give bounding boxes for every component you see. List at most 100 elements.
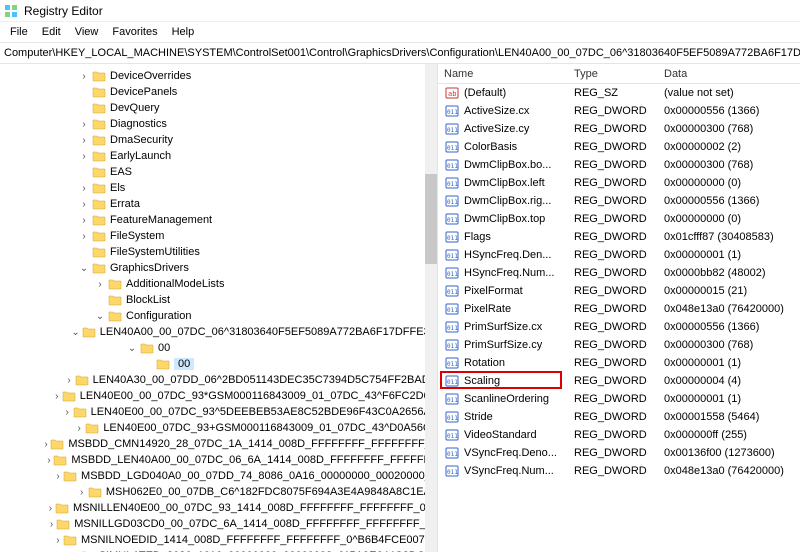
value-row[interactable]: 011VSyncFreq.Num...REG_DWORD0x048e13a0 (… [438,462,800,480]
menu-view[interactable]: View [69,24,105,40]
chevron-right-icon[interactable]: › [77,487,85,498]
chevron-right-icon[interactable]: › [78,151,90,162]
tree-node[interactable]: ›FileSystem [0,228,437,244]
tree-node-label: MSH062E0_00_07DB_C6^182FDC8075F694A3E4A9… [106,486,437,498]
tree-node[interactable]: ⌄00 [0,340,437,356]
chevron-right-icon[interactable]: › [66,375,73,386]
value-data: (value not set) [658,87,800,99]
value-row[interactable]: 011ActiveSize.cxREG_DWORD0x00000556 (136… [438,102,800,120]
tree-node[interactable]: › FeatureManagement [0,212,437,228]
value-row[interactable]: 011HSyncFreq.Num...REG_DWORD0x0000bb82 (… [438,264,800,282]
value-row[interactable]: 011PrimSurfSize.cyREG_DWORD0x00000300 (7… [438,336,800,354]
column-header-data[interactable]: Data [658,68,800,80]
tree-node[interactable]: ›MSNILNOEDID_1414_008D_FFFFFFFF_FFFFFFFF… [0,532,437,548]
tree-node[interactable]: ›MSBDD_LEN40A00_00_07DC_06_6A_1414_008D_… [0,452,437,468]
tree-node[interactable]: ›MSBDD_CMN14920_28_07DC_1A_1414_008D_FFF… [0,436,437,452]
chevron-right-icon[interactable]: › [44,439,49,450]
value-row[interactable]: 011ActiveSize.cyREG_DWORD0x00000300 (768… [438,120,800,138]
value-row[interactable]: 011StrideREG_DWORD0x00001558 (5464) [438,408,800,426]
chevron-right-icon[interactable]: › [75,423,83,434]
chevron-right-icon[interactable]: › [48,503,53,514]
value-row[interactable]: 011DwmClipBox.bo...REG_DWORD0x00000300 (… [438,156,800,174]
tree-node[interactable]: › MSH062E0_00_07DB_C6^182FDC8075F694A3E4A… [0,484,437,500]
value-row[interactable]: 011VSyncFreq.Deno...REG_DWORD0x00136f00 … [438,444,800,462]
column-header-type[interactable]: Type [568,68,658,80]
tree-node-label: Errata [110,198,140,210]
value-row[interactable]: 011PixelFormatREG_DWORD0x00000015 (21) [438,282,800,300]
tree-node[interactable]: › Errata [0,196,437,212]
tree-node[interactable]: EAS [0,164,437,180]
tree-node[interactable]: ⌄GraphicsDrivers [0,260,437,276]
chevron-right-icon[interactable]: › [94,279,106,290]
tree-node-label: FeatureManagement [110,214,212,226]
tree-node-label: MSNILLGD03CD0_00_07DC_6A_1414_008D_FFFFF… [74,518,437,530]
tree-node[interactable]: DevQuery [0,100,437,116]
chevron-right-icon[interactable]: › [49,519,54,530]
chevron-right-icon[interactable]: › [46,455,51,466]
value-name: DwmClipBox.bo... [464,159,568,171]
dword-value-icon: 011 [444,446,460,460]
chevron-down-icon[interactable]: ⌄ [78,263,90,274]
chevron-down-icon[interactable]: ⌄ [94,311,106,322]
chevron-right-icon[interactable]: › [78,135,90,146]
tree-node[interactable]: ›EarlyLaunch [0,148,437,164]
value-type: REG_DWORD [568,393,658,405]
tree-node[interactable]: ›LEN40E00_00_07DC_93^5DEEBEB53AE8C52BDE9… [0,404,437,420]
tree-node[interactable]: ›LEN40A30_00_07DD_06^2BD051143DEC35C7394… [0,372,437,388]
tree-node[interactable]: ⌄Configuration [0,308,437,324]
chevron-right-icon[interactable]: › [55,535,61,546]
folder-icon [140,342,154,354]
menu-edit[interactable]: Edit [36,24,67,40]
value-type: REG_DWORD [568,195,658,207]
chevron-right-icon[interactable]: › [64,407,71,418]
chevron-down-icon[interactable]: ⌄ [126,343,138,354]
tree-node[interactable]: ›DeviceOverrides [0,68,437,84]
chevron-right-icon[interactable]: › [78,215,90,226]
chevron-right-icon[interactable]: › [78,199,90,210]
value-row[interactable]: 011DwmClipBox.rig...REG_DWORD0x00000556 … [438,192,800,210]
address-bar[interactable]: Computer\HKEY_LOCAL_MACHINE\SYSTEM\Contr… [0,42,800,64]
value-type: REG_SZ [568,87,658,99]
menu-file[interactable]: File [4,24,34,40]
value-row[interactable]: 011DwmClipBox.leftREG_DWORD0x00000000 (0… [438,174,800,192]
menu-favorites[interactable]: Favorites [106,24,163,40]
tree-scrollbar-thumb[interactable] [425,174,437,264]
value-row[interactable]: 011HSyncFreq.Den...REG_DWORD0x00000001 (… [438,246,800,264]
value-row[interactable]: 011PrimSurfSize.cxREG_DWORD0x00000556 (1… [438,318,800,336]
tree-node[interactable]: BlockList [0,292,437,308]
tree-node[interactable]: FileSystemUtilities [0,244,437,260]
tree-node[interactable]: ›SIMULATED_8086_1616_00000000_00000002_0… [0,548,437,552]
tree-node[interactable]: ›MSNILLEN40E00_00_07DC_93_1414_008D_FFFF… [0,500,437,516]
tree-node[interactable]: ›LEN40E00_07DC_93+GSM000116843009_01_07D… [0,420,437,436]
tree-node[interactable]: ›LEN40E00_00_07DC_93*GSM000116843009_01_… [0,388,437,404]
value-row[interactable]: 011PixelRateREG_DWORD0x048e13a0 (7642000… [438,300,800,318]
chevron-right-icon[interactable]: › [78,231,90,242]
value-row[interactable]: ab(Default)REG_SZ(value not set) [438,84,800,102]
chevron-right-icon[interactable]: › [78,119,90,130]
value-row[interactable]: 011RotationREG_DWORD0x00000001 (1) [438,354,800,372]
tree-node[interactable]: ›DmaSecurity [0,132,437,148]
chevron-right-icon[interactable]: › [78,183,90,194]
chevron-down-icon[interactable]: ⌄ [71,327,79,338]
chevron-right-icon[interactable]: › [78,71,90,82]
tree-node[interactable]: ›Diagnostics [0,116,437,132]
tree-node[interactable]: ›AdditionalModeLists [0,276,437,292]
value-row[interactable]: 011ScanlineOrderingREG_DWORD0x00000001 (… [438,390,800,408]
column-header-name[interactable]: Name [438,68,568,80]
chevron-right-icon[interactable]: › [54,391,60,402]
value-row[interactable]: 011DwmClipBox.topREG_DWORD0x00000000 (0) [438,210,800,228]
tree-node[interactable]: › MSNILLGD03CD0_00_07DC_6A_1414_008D_FFFF… [0,516,437,532]
tree-node[interactable]: ›MSBDD_LGD040A0_00_07DD_74_8086_0A16_000… [0,468,437,484]
menu-help[interactable]: Help [166,24,201,40]
value-row[interactable]: 011ScalingREG_DWORD0x00000004 (4) [438,372,800,390]
value-row[interactable]: 011ColorBasisREG_DWORD0x00000002 (2) [438,138,800,156]
folder-icon [53,454,67,466]
tree-node[interactable]: ⌄LEN40A00_00_07DC_06^31803640F5EF5089A77… [0,324,437,340]
tree-pane[interactable]: ›DeviceOverridesDevicePanelsDevQuery›Dia… [0,64,438,552]
tree-node[interactable]: ›Els [0,180,437,196]
value-row[interactable]: 011VideoStandardREG_DWORD0x000000ff (255… [438,426,800,444]
tree-node[interactable]: DevicePanels [0,84,437,100]
tree-node[interactable]: 00 [0,356,437,372]
chevron-right-icon[interactable]: › [55,471,61,482]
value-row[interactable]: 011FlagsREG_DWORD0x01cfff87 (30408583) [438,228,800,246]
